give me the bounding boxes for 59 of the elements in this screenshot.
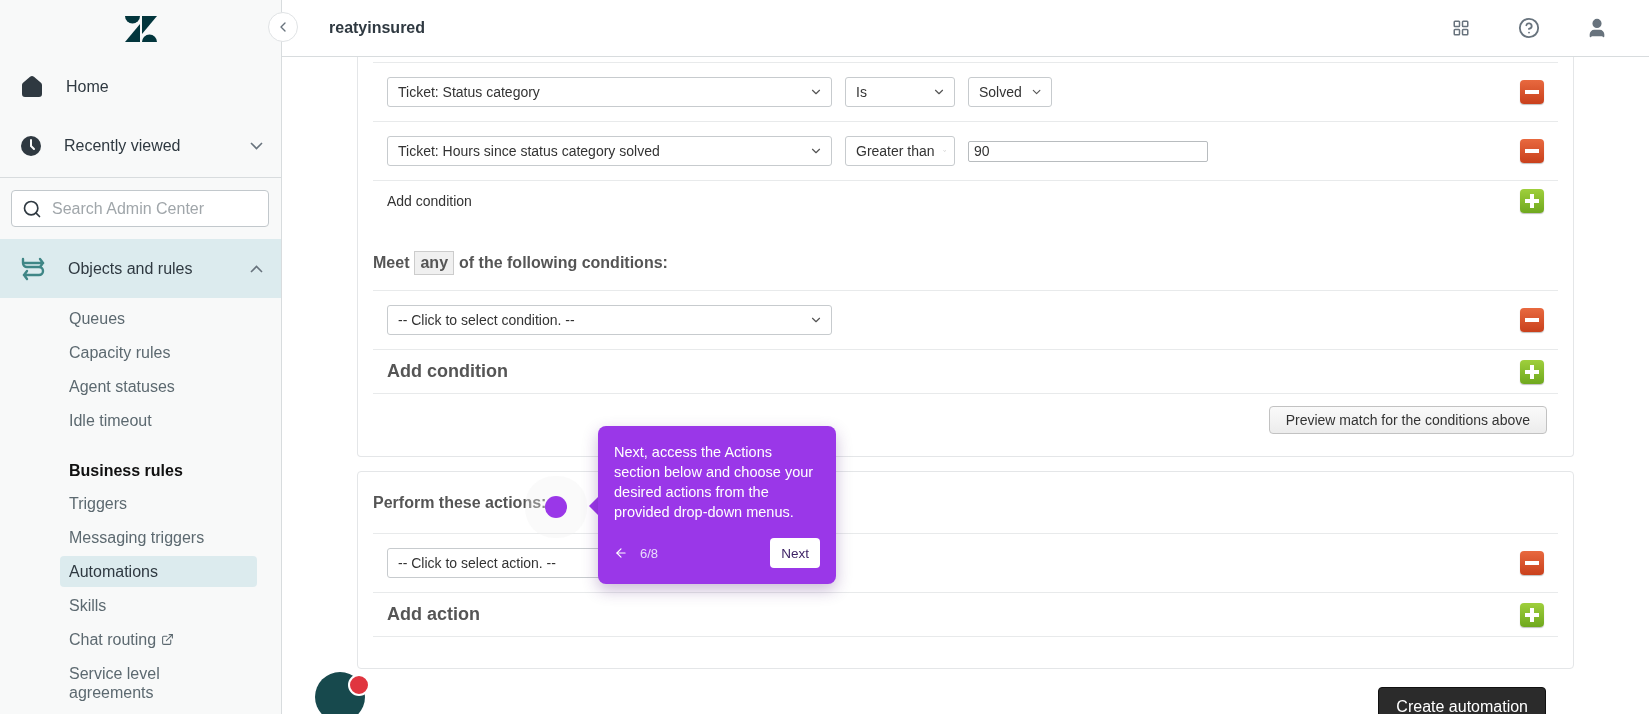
account-name: reatyinsured — [329, 19, 427, 37]
nav-link[interactable]: Triggers — [60, 488, 257, 519]
search-icon — [22, 199, 42, 219]
section-heading: of the following conditions: — [459, 254, 668, 272]
grid-icon — [1452, 19, 1470, 37]
dropdown-select[interactable]: Ticket: Hours since status category solved — [387, 136, 832, 166]
nav-item[interactable]: Recently viewed — [0, 116, 281, 175]
minus-icon — [1525, 90, 1539, 94]
next-button[interactable]: Next — [770, 538, 820, 568]
add-row-button[interactable] — [1520, 359, 1544, 384]
nav-section[interactable]: Objects and rules — [0, 239, 281, 298]
section-heading: Meet — [373, 254, 410, 272]
nav-link[interactable]: Capacity rules — [60, 337, 257, 368]
help-icon — [1518, 17, 1540, 39]
add-row-button[interactable] — [1520, 602, 1544, 627]
nav-link[interactable]: Skills — [60, 590, 257, 621]
nav-item[interactable]: Home — [0, 57, 281, 116]
add-action-label: Add action — [387, 604, 480, 625]
minus-icon — [1525, 318, 1539, 322]
nav-link[interactable]: Chat routing — [60, 624, 257, 655]
dropdown-select[interactable]: -- Click to select condition. -- — [387, 305, 832, 335]
notification-badge — [348, 674, 370, 696]
nav-link[interactable]: Messaging triggers — [60, 522, 257, 553]
add-condition-label: Add condition — [387, 361, 508, 382]
external-link-icon — [161, 633, 175, 646]
remove-row-button[interactable] — [1520, 551, 1544, 575]
dropdown-select[interactable]: Is — [845, 77, 955, 107]
remove-row-button[interactable] — [1520, 80, 1544, 104]
search-field[interactable]: Search Admin Center — [11, 190, 269, 227]
plus-icon — [1525, 607, 1539, 622]
home-icon — [20, 74, 44, 99]
nav-link[interactable]: Agent statuses — [60, 371, 257, 402]
dropdown-select[interactable]: Ticket: Status category — [387, 77, 832, 107]
create-automation-button[interactable]: Create automation — [1378, 687, 1546, 714]
section-heading: Perform these actions: — [373, 493, 547, 512]
nav-link[interactable]: Queues — [60, 303, 257, 334]
value-input[interactable]: 90 — [968, 140, 1208, 162]
add-row-button[interactable] — [1520, 189, 1544, 213]
add-condition-label: Add condition — [387, 193, 472, 209]
dropdown-select[interactable]: Solved — [968, 77, 1052, 107]
logo-icon — [124, 15, 157, 42]
dropdown-select[interactable]: Greater than — [845, 136, 955, 166]
plus-icon — [1525, 194, 1539, 208]
remove-row-button[interactable] — [1520, 139, 1544, 163]
match-keyword: any — [414, 251, 455, 275]
clock-icon — [20, 134, 42, 157]
tour-text: Next, access the Actions section below and choose your desired actions from the provided drop-down menus. — [614, 443, 815, 522]
step-counter: 6/8 — [640, 545, 660, 561]
preview-button[interactable]: Preview match for the conditions above — [1268, 406, 1547, 434]
nav-link[interactable]: Service level agreements — [60, 658, 257, 708]
tour-beacon — [545, 496, 567, 518]
remove-row-button[interactable] — [1520, 308, 1544, 332]
minus-icon — [1525, 149, 1539, 153]
minus-icon — [1525, 561, 1539, 565]
arrows-icon — [20, 255, 46, 282]
nav-group-heading: Business rules — [69, 460, 184, 481]
plus-icon — [1525, 364, 1539, 379]
nav-link[interactable]: Automations — [60, 556, 257, 587]
nav-link[interactable]: Idle timeout — [60, 405, 257, 436]
